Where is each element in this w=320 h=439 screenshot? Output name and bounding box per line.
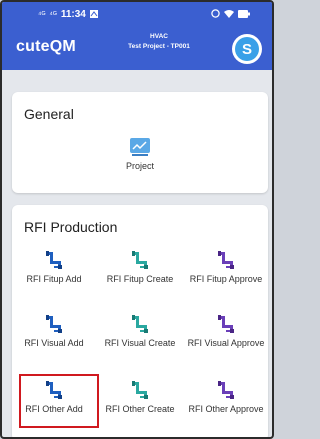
tile-label: RFI Visual Add [24,338,84,348]
tile-label: RFI Visual Approve [187,338,265,348]
app-logo: cuteQM [16,38,76,55]
tile-label: RFI Fitup Add [26,274,82,284]
tile-label: RFI Fitup Create [106,274,174,284]
battery-icon [238,9,250,20]
wifi-icon [224,9,234,20]
avatar-letter: S [235,37,259,61]
general-section: General Project [12,92,268,193]
pipe-icon [43,313,65,335]
rfi-production-section: RFI Production RFI Fitup Add RFI Fitup C… [12,205,268,437]
pipe-icon [129,379,151,401]
tile-label: RFI Fitup Approve [189,274,263,284]
project-chart-icon [129,136,151,158]
app-frame: ⁴ᴳ ⁴ᴳ 11:34 cuteQM HVAC Test Project - T… [0,0,274,439]
rfi-fitup-approve-tile[interactable]: RFI Fitup Approve [186,249,266,285]
project-name: Test Project - TP001 [128,43,190,50]
pipe-icon [43,249,65,271]
notification-icon [89,9,98,20]
project-label: Project [125,161,154,171]
rfi-visual-add-tile[interactable]: RFI Visual Add [14,313,94,349]
rfi-other-approve-tile[interactable]: RFI Other Approve [186,379,266,415]
project-info: HVAC Test Project - TP001 [104,32,214,52]
pipe-icon [129,249,151,271]
selection-highlight [19,374,99,428]
section-title-general: General [24,106,74,122]
rfi-fitup-create-tile[interactable]: RFI Fitup Create [100,249,180,285]
pipe-icon [129,313,151,335]
rfi-other-create-tile[interactable]: RFI Other Create [100,379,180,415]
signal-icon-2: ⁴ᴳ [49,10,57,19]
pipe-icon [215,313,237,335]
section-title-rfi-production: RFI Production [24,219,118,235]
signal-icon: ⁴ᴳ [38,10,46,19]
rfi-visual-create-tile[interactable]: RFI Visual Create [100,313,180,349]
status-time: 11:34 [60,9,86,20]
rfi-visual-approve-tile[interactable]: RFI Visual Approve [186,313,266,349]
pipe-icon [215,249,237,271]
user-avatar[interactable]: S [232,34,262,64]
pipe-icon [215,379,237,401]
project-discipline: HVAC [150,33,168,40]
alarm-icon [211,9,220,20]
tile-label: RFI Other Create [105,404,175,414]
app-header: ⁴ᴳ ⁴ᴳ 11:34 cuteQM HVAC Test Project - T… [2,2,272,70]
project-tile[interactable]: Project [100,136,180,172]
tile-label: RFI Other Approve [188,404,264,414]
status-bar: ⁴ᴳ ⁴ᴳ 11:34 [2,6,272,22]
tile-label: RFI Visual Create [104,338,176,348]
rfi-fitup-add-tile[interactable]: RFI Fitup Add [14,249,94,285]
